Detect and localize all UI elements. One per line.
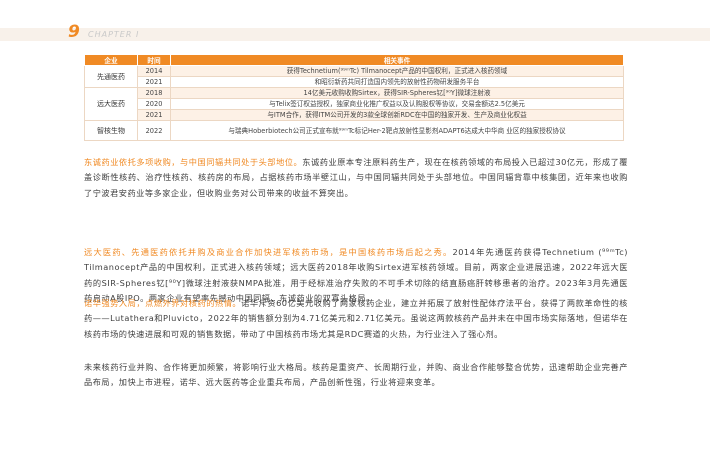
- table-row: 2020 与Telix签订权益授权，独家商业化推广权益以及认购股权等协议，交易金…: [85, 98, 624, 110]
- table-row: 先通医药 2014 获得Technetium(⁹⁹ᵐTc) Tilmanocep…: [84, 65, 624, 88]
- event-cell: 和昭衍新药共同打造国内领先的放射性药物研发服务平台: [170, 76, 624, 88]
- year-cell: 2020: [137, 98, 171, 110]
- year-cell: 2022: [137, 120, 171, 141]
- event-cell: 14亿美元收购收购Sirtex，获得SIR-Spheres钇[⁹⁰Y]微球注射液: [170, 87, 624, 99]
- paragraph: 未来核药行业并购、合作将更加频繁，将影响行业大格局。核药是重资产、长周期行业，并…: [84, 360, 628, 391]
- year-cell: 2021: [137, 76, 171, 88]
- column-header-year: 时间: [137, 54, 171, 66]
- event-cell: 与Telix签订权益授权，独家商业化推广权益以及认购股权等协议，交易金额达2.5…: [170, 98, 624, 110]
- column-header-company: 企业: [84, 54, 138, 66]
- events-table: 企业 时间 相关事件 先通医药 2014 获得Technetium(⁹⁹ᵐTc)…: [84, 54, 624, 141]
- table-row: 2021 和昭衍新药共同打造国内领先的放射性药物研发服务平台: [85, 76, 624, 88]
- event-cell: 与瑞典Hoberbiotech公司正式宣布就⁹⁹ᵐTc标记Her-2靶点放射性显…: [170, 120, 624, 141]
- table-row: 2021 与ITM合作，获得ITM公司开发的3款全球创新RDC在中国的独家开发、…: [85, 109, 624, 121]
- paragraph: 诺华强势入局，点燃外界对核药的热情。诺华斥资60亿美元收购了两家核药企业，建立并…: [84, 296, 628, 342]
- paragraph-highlight: 诺华强势入局，点燃外界对核药的热情。: [84, 298, 242, 308]
- year-cell: 2014: [137, 65, 171, 77]
- paragraph: 东诚药业依托多项收购，与中国同辐共同处于头部地位。东诚药业原本专注原料药生产，现…: [84, 155, 628, 201]
- table-row: 智核生物 2022 与瑞典Hoberbiotech公司正式宣布就⁹⁹ᵐTc标记H…: [84, 120, 624, 141]
- paragraph-highlight: 远大医药、先通医药依托并购及商业合作加快进军核药市场，是中国核药市场后起之秀。: [84, 247, 453, 257]
- event-cell: 与ITM合作，获得ITM公司开发的3款全球创新RDC在中国的独家开发、生产及商业…: [170, 109, 624, 121]
- year-cell: 2018: [137, 87, 171, 99]
- company-cell: 远大医药: [84, 87, 138, 121]
- paragraph-highlight: 东诚药业依托多项收购，与中国同辐共同处于头部地位。: [84, 157, 303, 167]
- year-cell: 2021: [137, 109, 171, 121]
- paragraph-body: 未来核药行业并购、合作将更加频繁，将影响行业大格局。核药是重资产、长周期行业，并…: [84, 362, 628, 388]
- company-cell: 先通医药: [84, 65, 138, 88]
- column-header-event: 相关事件: [170, 54, 624, 66]
- event-cell: 获得Technetium(⁹⁹ᵐTc) Tilmanocept产品的中国权利，正…: [170, 65, 624, 77]
- page-number: 9: [68, 22, 80, 42]
- company-cell: 智核生物: [84, 120, 138, 141]
- table-header-row: 企业 时间 相关事件: [84, 54, 624, 66]
- chapter-label: CHAPTER I: [88, 30, 140, 39]
- table-row: 远大医药 2018 14亿美元收购收购Sirtex，获得SIR-Spheres钇…: [84, 87, 624, 121]
